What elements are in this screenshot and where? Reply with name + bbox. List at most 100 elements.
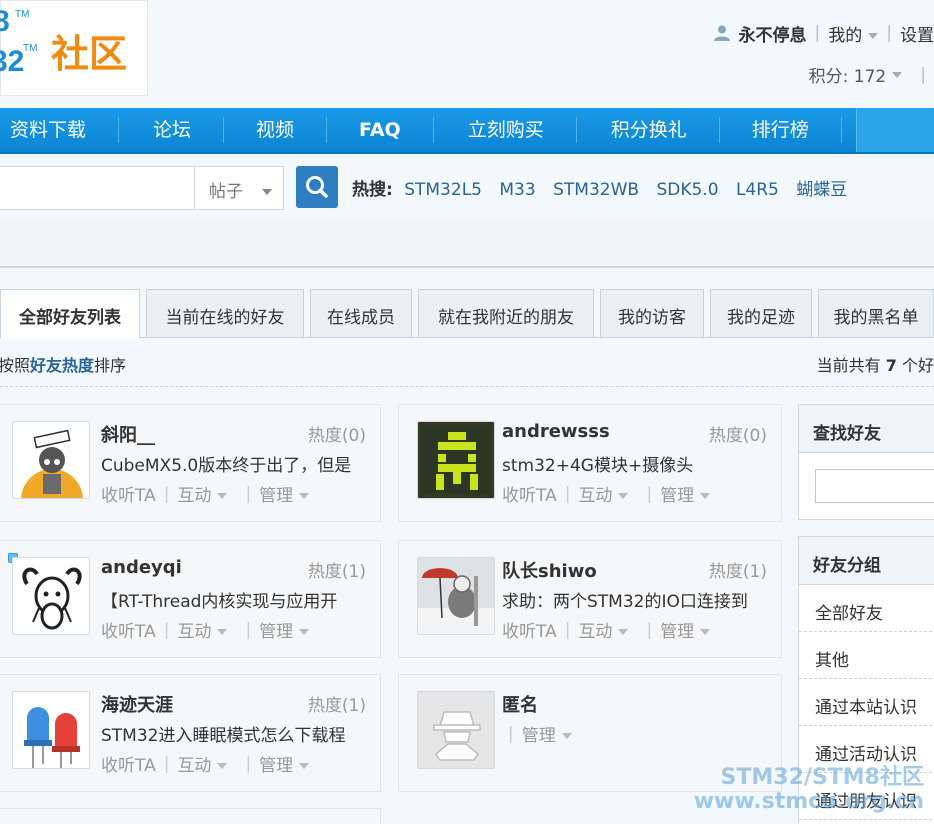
divider: |: [245, 483, 252, 504]
tab-online-friends[interactable]: 当前在线的好友: [146, 289, 304, 338]
list-toolbar: 按照好友热度排序 当前共有 7 个好: [0, 346, 934, 382]
site-logo[interactable]: 8 TM 32 TM 社区: [0, 0, 148, 96]
interact-label: 互动: [177, 486, 212, 506]
divider: |: [564, 619, 571, 640]
sort-key-link[interactable]: 好友热度: [30, 356, 94, 375]
search-type-select[interactable]: 帖子: [194, 166, 284, 210]
avatar[interactable]: [12, 691, 90, 769]
nav-item-downloads[interactable]: 资料下载: [0, 117, 120, 143]
search-input[interactable]: [0, 166, 195, 210]
search-button[interactable]: [296, 166, 338, 208]
logo-number-bottom: 32: [0, 45, 25, 78]
friend-heat: 热度(1): [307, 696, 366, 716]
find-friend-input[interactable]: [815, 469, 934, 503]
credits-menu[interactable]: 积分: 172 |: [808, 62, 934, 88]
interact-menu[interactable]: 互动: [177, 481, 228, 506]
sort-suffix: 排序: [94, 356, 127, 375]
divider: |: [646, 619, 653, 640]
friend-status[interactable]: STM32进入睡眠模式怎么下载程: [101, 721, 367, 747]
group-item[interactable]: 其他: [799, 632, 934, 679]
friend-actions: 收听TA | 互动 | 管理: [101, 617, 310, 642]
hot-search-link[interactable]: 蝴蝶豆: [796, 180, 847, 200]
hot-search-link[interactable]: STM32WB: [553, 180, 639, 200]
friend-name[interactable]: andrewsss: [502, 421, 610, 442]
manage-label: 管理: [660, 622, 695, 642]
avatar[interactable]: [417, 557, 495, 635]
friend-actions: | 管理: [502, 721, 572, 746]
my-menu[interactable]: 我的: [828, 21, 879, 46]
interact-label: 互动: [578, 622, 613, 642]
manage-menu[interactable]: 管理: [259, 617, 310, 642]
tab-nearby-friends[interactable]: 就在我附近的朋友: [418, 289, 594, 338]
friend-status[interactable]: stm32+4G模块+摄像头: [502, 451, 768, 477]
tab-all-friends[interactable]: 全部好友列表: [0, 289, 140, 339]
user-bar: 永不停息 | 我的 | 设置: [713, 20, 934, 46]
credits-label: 积分: 172: [808, 67, 887, 87]
tab-visitors[interactable]: 我的访客: [600, 289, 704, 338]
avatar[interactable]: [12, 557, 90, 635]
nav-item-rewards[interactable]: 积分换礼: [577, 117, 720, 143]
group-item[interactable]: 通过本站认识: [799, 679, 934, 726]
nav-item-buy[interactable]: 立刻购买: [434, 117, 577, 143]
tab-online-members[interactable]: 在线成员: [310, 289, 412, 338]
nav-item-forum[interactable]: 论坛: [119, 117, 225, 143]
interact-menu[interactable]: 互动: [578, 617, 629, 642]
friend-name[interactable]: 海迹天涯: [101, 691, 173, 717]
interact-menu[interactable]: 互动: [177, 617, 228, 642]
hot-search-link[interactable]: SDK5.0: [656, 180, 718, 200]
chevron-down-icon: [618, 629, 629, 635]
follow-link[interactable]: 收听TA: [101, 481, 156, 506]
friend-name[interactable]: 斜阳__: [101, 421, 155, 447]
count-prefix: 当前共有: [816, 356, 881, 375]
manage-menu[interactable]: 管理: [660, 617, 711, 642]
nav-item-ranking[interactable]: 排行榜: [720, 117, 842, 143]
chevron-down-icon: [868, 32, 879, 39]
chevron-down-icon: [561, 733, 572, 739]
chevron-down-icon: [299, 493, 310, 499]
follow-link[interactable]: 收听TA: [502, 481, 557, 506]
interact-menu[interactable]: 互动: [578, 481, 629, 506]
avatar[interactable]: [417, 691, 495, 769]
manage-menu[interactable]: 管理: [660, 481, 711, 506]
manage-menu[interactable]: 管理: [259, 481, 310, 506]
friend-status[interactable]: CubeMX5.0版本终于出了，但是: [101, 451, 367, 477]
hot-search-link[interactable]: L4R5: [736, 180, 779, 200]
follow-link[interactable]: 收听TA: [502, 617, 557, 642]
tab-footprints[interactable]: 我的足迹: [710, 289, 812, 338]
friend-heat: 热度(1): [708, 562, 767, 582]
chevron-down-icon: [299, 763, 310, 769]
hot-search-link[interactable]: M33: [499, 180, 535, 200]
nav-tail: [856, 108, 934, 152]
settings-link[interactable]: 设置: [900, 21, 934, 46]
tab-blacklist[interactable]: 我的黑名单: [818, 289, 934, 338]
logo-tm-bottom: TM: [23, 43, 38, 54]
manage-menu[interactable]: 管理: [522, 721, 572, 746]
search-icon: [306, 176, 328, 198]
hot-search-link[interactable]: STM32L5: [404, 180, 482, 200]
group-item[interactable]: 全部好友: [799, 585, 934, 632]
friend-name[interactable]: andeyqi: [101, 557, 182, 578]
hot-search-label: 热搜:: [352, 180, 393, 200]
chevron-down-icon: [700, 493, 711, 499]
follow-link[interactable]: 收听TA: [101, 617, 156, 642]
friend-status[interactable]: 求助：两个STM32的IO口连接到: [502, 587, 768, 613]
avatar[interactable]: [12, 421, 90, 499]
interact-menu[interactable]: 互动: [177, 751, 228, 776]
friend-tabs: 全部好友列表 当前在线的好友 在线成员 就在我附近的朋友 我的访客 我的足迹 我…: [0, 288, 934, 339]
nav-item-faq[interactable]: FAQ: [327, 117, 434, 143]
friend-name[interactable]: 队长shiwo: [502, 557, 597, 583]
manage-label: 管理: [259, 622, 294, 642]
friend-actions: 收听TA | 互动 | 管理: [502, 617, 711, 642]
nav-item-video[interactable]: 视频: [224, 117, 328, 143]
header: 8 TM 32 TM 社区 永不停息 | 我的 | 设置 积分: 172 |: [0, 0, 934, 108]
user-icon: [713, 25, 730, 41]
friend-count: 当前共有 7 个好: [817, 352, 934, 376]
avatar[interactable]: [417, 421, 495, 499]
sort-info: 按照好友热度排序: [0, 352, 126, 376]
username-link[interactable]: 永不停息: [739, 21, 807, 46]
follow-link[interactable]: 收听TA: [101, 751, 156, 776]
count-suffix: 个好: [901, 356, 934, 375]
anonymous-icon: [418, 692, 494, 768]
manage-menu[interactable]: 管理: [259, 751, 310, 776]
friend-status[interactable]: 【RT-Thread内核实现与应用开: [101, 587, 367, 613]
